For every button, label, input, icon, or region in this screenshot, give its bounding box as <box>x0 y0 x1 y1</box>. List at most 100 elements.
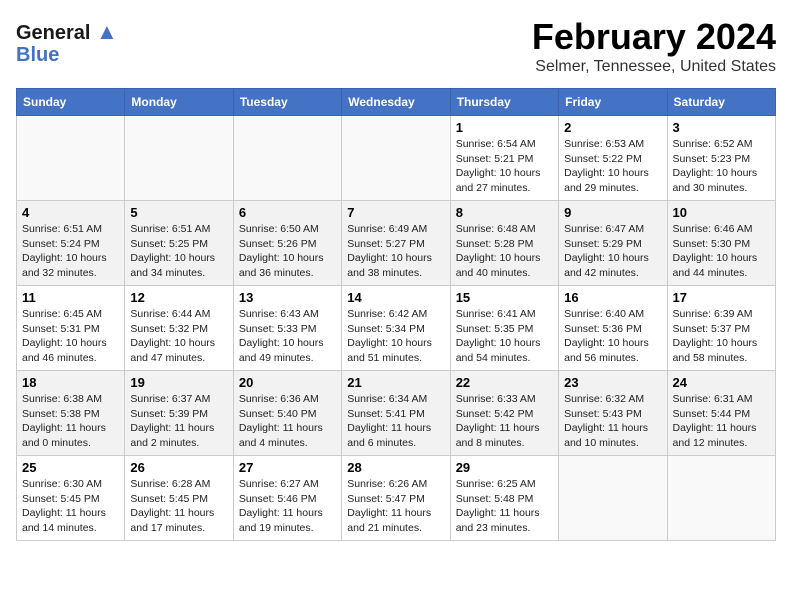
calendar-cell: 13 Sunrise: 6:43 AM Sunset: 5:33 PM Dayli… <box>233 286 341 371</box>
day-info: Sunrise: 6:48 AM Sunset: 5:28 PM Dayligh… <box>456 222 553 281</box>
day-number: 8 <box>456 205 553 220</box>
day-info: Sunrise: 6:34 AM Sunset: 5:41 PM Dayligh… <box>347 392 444 451</box>
calendar-cell: 23 Sunrise: 6:32 AM Sunset: 5:43 PM Dayli… <box>559 371 667 456</box>
day-number: 5 <box>130 205 227 220</box>
calendar-header-row: SundayMondayTuesdayWednesdayThursdayFrid… <box>17 89 776 116</box>
day-info: Sunrise: 6:38 AM Sunset: 5:38 PM Dayligh… <box>22 392 119 451</box>
calendar-week-row: 4 Sunrise: 6:51 AM Sunset: 5:24 PM Daylig… <box>17 201 776 286</box>
column-header-wednesday: Wednesday <box>342 89 450 116</box>
day-number: 19 <box>130 375 227 390</box>
day-number: 22 <box>456 375 553 390</box>
calendar-cell: 4 Sunrise: 6:51 AM Sunset: 5:24 PM Daylig… <box>17 201 125 286</box>
calendar-cell: 12 Sunrise: 6:44 AM Sunset: 5:32 PM Dayli… <box>125 286 233 371</box>
day-number: 3 <box>673 120 770 135</box>
calendar-week-row: 18 Sunrise: 6:38 AM Sunset: 5:38 PM Dayli… <box>17 371 776 456</box>
day-info: Sunrise: 6:49 AM Sunset: 5:27 PM Dayligh… <box>347 222 444 281</box>
day-info: Sunrise: 6:40 AM Sunset: 5:36 PM Dayligh… <box>564 307 661 366</box>
calendar-cell <box>125 116 233 201</box>
calendar-cell <box>559 456 667 541</box>
day-info: Sunrise: 6:51 AM Sunset: 5:24 PM Dayligh… <box>22 222 119 281</box>
calendar-cell: 27 Sunrise: 6:27 AM Sunset: 5:46 PM Dayli… <box>233 456 341 541</box>
calendar-cell: 10 Sunrise: 6:46 AM Sunset: 5:30 PM Dayli… <box>667 201 775 286</box>
logo: General ▲ Blue <box>16 20 118 66</box>
calendar-cell: 19 Sunrise: 6:37 AM Sunset: 5:39 PM Dayli… <box>125 371 233 456</box>
column-header-saturday: Saturday <box>667 89 775 116</box>
day-number: 13 <box>239 290 336 305</box>
day-number: 25 <box>22 460 119 475</box>
calendar-cell: 29Sunrise: 6:25 AM Sunset: 5:48 PM Dayli… <box>450 456 558 541</box>
day-number: 12 <box>130 290 227 305</box>
day-info: Sunrise: 6:27 AM Sunset: 5:46 PM Dayligh… <box>239 477 336 536</box>
day-info: Sunrise: 6:42 AM Sunset: 5:34 PM Dayligh… <box>347 307 444 366</box>
day-number: 1 <box>456 120 553 135</box>
day-info: Sunrise: 6:53 AM Sunset: 5:22 PM Dayligh… <box>564 137 661 196</box>
day-info: Sunrise: 6:46 AM Sunset: 5:30 PM Dayligh… <box>673 222 770 281</box>
calendar-cell: 6 Sunrise: 6:50 AM Sunset: 5:26 PM Daylig… <box>233 201 341 286</box>
calendar-cell: 20Sunrise: 6:36 AM Sunset: 5:40 PM Dayli… <box>233 371 341 456</box>
day-number: 2 <box>564 120 661 135</box>
calendar-cell: 22 Sunrise: 6:33 AM Sunset: 5:42 PM Dayli… <box>450 371 558 456</box>
day-info: Sunrise: 6:50 AM Sunset: 5:26 PM Dayligh… <box>239 222 336 281</box>
calendar-table: SundayMondayTuesdayWednesdayThursdayFrid… <box>16 88 776 541</box>
day-info: Sunrise: 6:47 AM Sunset: 5:29 PM Dayligh… <box>564 222 661 281</box>
calendar-cell: 16 Sunrise: 6:40 AM Sunset: 5:36 PM Dayli… <box>559 286 667 371</box>
calendar-cell <box>342 116 450 201</box>
day-number: 18 <box>22 375 119 390</box>
day-info: Sunrise: 6:30 AM Sunset: 5:45 PM Dayligh… <box>22 477 119 536</box>
day-number: 26 <box>130 460 227 475</box>
day-number: 23 <box>564 375 661 390</box>
calendar-week-row: 1 Sunrise: 6:54 AM Sunset: 5:21 PM Daylig… <box>17 116 776 201</box>
calendar-cell: 1 Sunrise: 6:54 AM Sunset: 5:21 PM Daylig… <box>450 116 558 201</box>
day-number: 29 <box>456 460 553 475</box>
calendar-cell: 28Sunrise: 6:26 AM Sunset: 5:47 PM Dayli… <box>342 456 450 541</box>
calendar-subtitle: Selmer, Tennessee, United States <box>16 58 776 76</box>
calendar-cell: 7 Sunrise: 6:49 AM Sunset: 5:27 PM Daylig… <box>342 201 450 286</box>
calendar-cell: 3 Sunrise: 6:52 AM Sunset: 5:23 PM Daylig… <box>667 116 775 201</box>
day-info: Sunrise: 6:45 AM Sunset: 5:31 PM Dayligh… <box>22 307 119 366</box>
day-number: 20 <box>239 375 336 390</box>
day-number: 11 <box>22 290 119 305</box>
calendar-cell: 18 Sunrise: 6:38 AM Sunset: 5:38 PM Dayli… <box>17 371 125 456</box>
calendar-cell: 21Sunrise: 6:34 AM Sunset: 5:41 PM Dayli… <box>342 371 450 456</box>
page-header: General ▲ Blue February 2024 Selmer, Ten… <box>16 16 776 80</box>
day-number: 27 <box>239 460 336 475</box>
day-info: Sunrise: 6:37 AM Sunset: 5:39 PM Dayligh… <box>130 392 227 451</box>
day-info: Sunrise: 6:43 AM Sunset: 5:33 PM Dayligh… <box>239 307 336 366</box>
day-info: Sunrise: 6:28 AM Sunset: 5:45 PM Dayligh… <box>130 477 227 536</box>
day-number: 15 <box>456 290 553 305</box>
day-info: Sunrise: 6:54 AM Sunset: 5:21 PM Dayligh… <box>456 137 553 196</box>
logo-blue: Blue <box>16 44 118 66</box>
day-info: Sunrise: 6:33 AM Sunset: 5:42 PM Dayligh… <box>456 392 553 451</box>
calendar-cell: 2 Sunrise: 6:53 AM Sunset: 5:22 PM Daylig… <box>559 116 667 201</box>
day-info: Sunrise: 6:51 AM Sunset: 5:25 PM Dayligh… <box>130 222 227 281</box>
calendar-cell: 14 Sunrise: 6:42 AM Sunset: 5:34 PM Dayli… <box>342 286 450 371</box>
day-number: 7 <box>347 205 444 220</box>
calendar-cell <box>233 116 341 201</box>
day-info: Sunrise: 6:52 AM Sunset: 5:23 PM Dayligh… <box>673 137 770 196</box>
calendar-title: February 2024 <box>16 16 776 58</box>
day-number: 9 <box>564 205 661 220</box>
calendar-header: February 2024 Selmer, Tennessee, United … <box>16 16 776 76</box>
calendar-cell <box>17 116 125 201</box>
day-number: 4 <box>22 205 119 220</box>
column-header-tuesday: Tuesday <box>233 89 341 116</box>
calendar-cell: 5 Sunrise: 6:51 AM Sunset: 5:25 PM Daylig… <box>125 201 233 286</box>
calendar-cell: 26 Sunrise: 6:28 AM Sunset: 5:45 PM Dayli… <box>125 456 233 541</box>
day-number: 17 <box>673 290 770 305</box>
logo-bird-icon: ▲ <box>96 19 118 44</box>
day-info: Sunrise: 6:41 AM Sunset: 5:35 PM Dayligh… <box>456 307 553 366</box>
day-number: 6 <box>239 205 336 220</box>
calendar-cell: 8 Sunrise: 6:48 AM Sunset: 5:28 PM Daylig… <box>450 201 558 286</box>
day-number: 10 <box>673 205 770 220</box>
day-info: Sunrise: 6:44 AM Sunset: 5:32 PM Dayligh… <box>130 307 227 366</box>
day-number: 16 <box>564 290 661 305</box>
day-number: 14 <box>347 290 444 305</box>
calendar-cell: 11 Sunrise: 6:45 AM Sunset: 5:31 PM Dayli… <box>17 286 125 371</box>
calendar-cell: 24Sunrise: 6:31 AM Sunset: 5:44 PM Dayli… <box>667 371 775 456</box>
day-info: Sunrise: 6:32 AM Sunset: 5:43 PM Dayligh… <box>564 392 661 451</box>
day-info: Sunrise: 6:26 AM Sunset: 5:47 PM Dayligh… <box>347 477 444 536</box>
calendar-cell: 17Sunrise: 6:39 AM Sunset: 5:37 PM Dayli… <box>667 286 775 371</box>
calendar-cell: 25 Sunrise: 6:30 AM Sunset: 5:45 PM Dayli… <box>17 456 125 541</box>
day-info: Sunrise: 6:31 AM Sunset: 5:44 PM Dayligh… <box>673 392 770 451</box>
column-header-monday: Monday <box>125 89 233 116</box>
